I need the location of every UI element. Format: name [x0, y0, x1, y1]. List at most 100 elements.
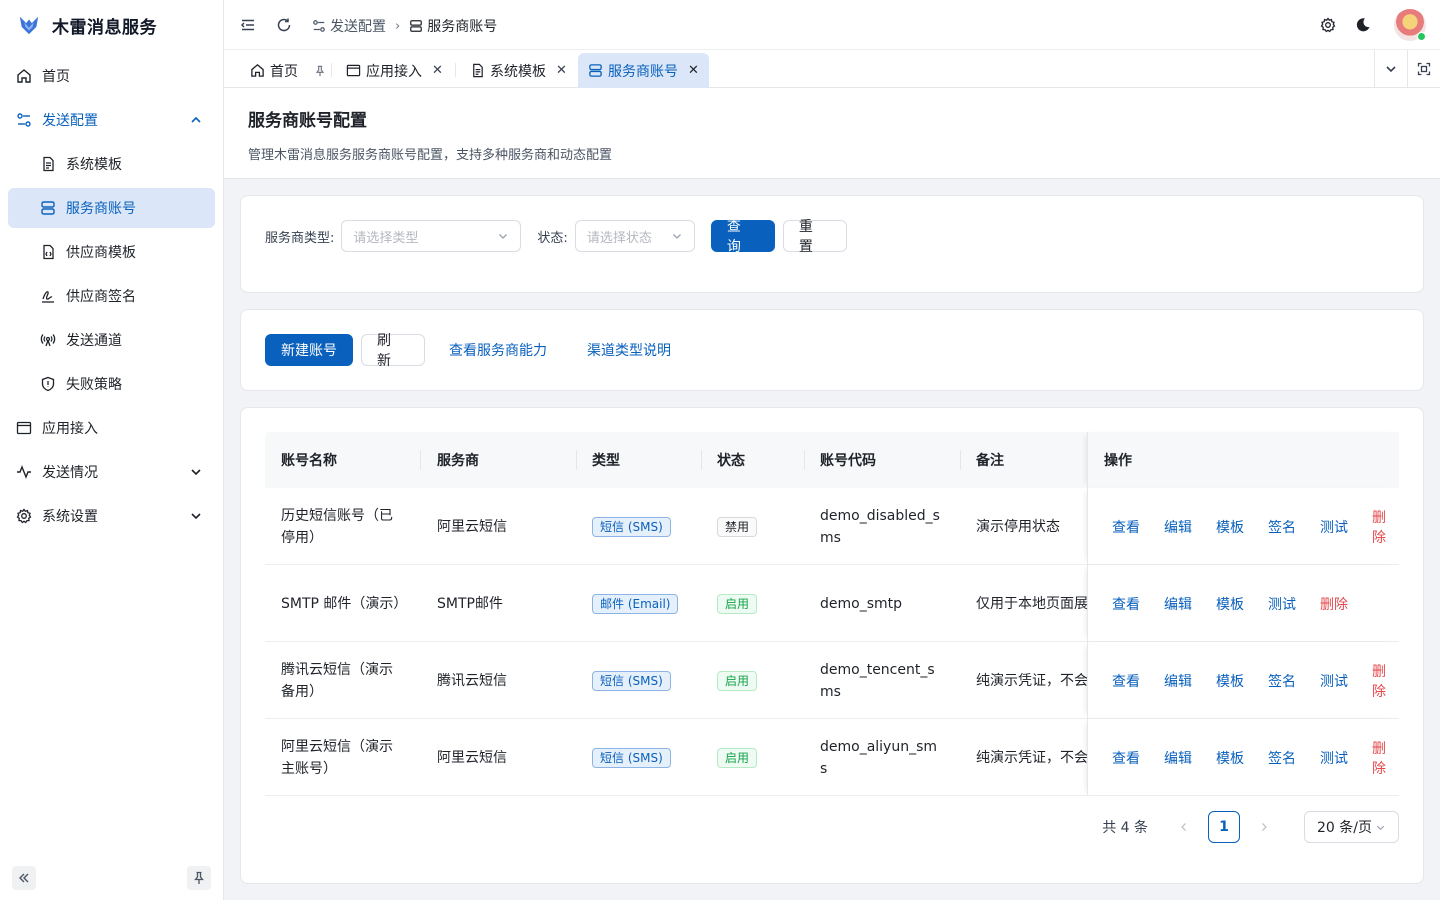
template-button[interactable]: 模板 [1216, 488, 1244, 565]
page-number-button[interactable]: 1 [1208, 811, 1240, 843]
template-button[interactable]: 模板 [1216, 719, 1244, 796]
edit-button[interactable]: 编辑 [1164, 719, 1192, 796]
sidebar-item-label: 失败策略 [66, 377, 122, 393]
close-icon[interactable]: ✕ [688, 63, 699, 78]
home-icon [16, 68, 32, 84]
sidebar-item-send-channel[interactable]: 发送通道 [8, 320, 215, 360]
sidebar-item-label: 系统模板 [66, 157, 122, 173]
signature-button[interactable]: 签名 [1268, 719, 1296, 796]
query-button[interactable]: 查询 [710, 219, 775, 255]
breadcrumb-item[interactable]: 发送配置 [330, 16, 386, 36]
status-tag: 启用 [717, 747, 758, 768]
sidebar-item-app-access[interactable]: 应用接入 [8, 408, 215, 448]
test-button[interactable]: 测试 [1320, 719, 1348, 796]
server-icon [589, 64, 602, 77]
sidebar-item-failure-policy[interactable]: 失败策略 [8, 364, 215, 404]
sidebar-item-label: 应用接入 [42, 421, 98, 437]
delete-button[interactable]: 删除 [1372, 642, 1399, 719]
tab-home[interactable]: 首页 [240, 53, 336, 88]
prev-page-button[interactable] [1168, 811, 1200, 843]
close-icon[interactable]: ✕ [556, 63, 567, 78]
edit-button[interactable]: 编辑 [1164, 565, 1192, 642]
online-status-dot [1417, 32, 1426, 41]
tab-divider [455, 63, 456, 77]
double-chevron-left-icon [19, 873, 29, 883]
test-button[interactable]: 测试 [1320, 642, 1348, 719]
tab-provider-account[interactable]: 服务商账号 ✕ [578, 53, 709, 88]
dark-mode-toggle[interactable] [1355, 17, 1371, 33]
template-button[interactable]: 模板 [1216, 642, 1244, 719]
brand[interactable]: 木雷消息服务 [0, 0, 223, 50]
filter-card: 服务商类型: 请选择类型 状态: 请选择状态 查询 重置 [240, 195, 1424, 293]
page-size-select[interactable]: 20 条/页 [1304, 811, 1399, 843]
type-cell: 短信 (SMS) [576, 642, 671, 719]
view-capability-link[interactable]: 查看服务商能力 [449, 340, 547, 360]
app-window-icon [16, 420, 32, 436]
account-name-cell: 阿里云短信（演示主账号） [281, 738, 393, 777]
pin-sidebar-button[interactable] [187, 866, 211, 890]
delete-button[interactable]: 删除 [1372, 488, 1399, 565]
sidebar-item-system-template[interactable]: 系统模板 [8, 144, 215, 184]
provider-cell: SMTP邮件 [437, 595, 503, 612]
tab-label: 系统模板 [490, 63, 546, 80]
config-icon [313, 20, 325, 32]
test-button[interactable]: 测试 [1268, 565, 1296, 642]
sidebar-item-supplier-template[interactable]: 供应商模板 [8, 232, 215, 272]
sidebar-item-label: 服务商账号 [66, 201, 136, 217]
config-icon [16, 112, 32, 128]
fullscreen-button[interactable] [1407, 50, 1440, 87]
tab-system-template[interactable]: 系统模板 ✕ [460, 53, 577, 88]
remark-cell: 演示停用状态 [976, 518, 1060, 535]
type-select[interactable]: 请选择类型 [341, 220, 522, 252]
user-avatar[interactable] [1394, 9, 1426, 41]
page-header: 服务商账号配置 管理木雷消息服务服务商账号配置，支持多种服务商和动态配置 [224, 88, 1440, 179]
sidebar-item-home[interactable]: 首页 [8, 56, 215, 96]
channel-type-help-link[interactable]: 渠道类型说明 [587, 340, 671, 360]
type-cell: 短信 (SMS) [576, 488, 671, 565]
menu-toggle-button[interactable] [240, 17, 256, 33]
next-page-button[interactable] [1248, 811, 1280, 843]
status-select[interactable]: 请选择状态 [574, 220, 695, 252]
edit-button[interactable]: 编辑 [1164, 488, 1192, 565]
template-button[interactable]: 模板 [1216, 565, 1244, 642]
account-code-cell: demo_aliyun_sms [820, 738, 938, 777]
collapse-sidebar-button[interactable] [12, 866, 36, 890]
activity-icon [16, 464, 32, 480]
sidebar-item-system-settings[interactable]: 系统设置 [8, 496, 215, 536]
chevron-down-icon [191, 469, 201, 476]
sidebar-item-provider-account[interactable]: 服务商账号 [8, 188, 215, 228]
status-tag: 启用 [717, 670, 758, 691]
view-button[interactable]: 查看 [1112, 488, 1140, 565]
sidebar-item-send-config[interactable]: 发送配置 [8, 100, 215, 140]
view-button[interactable]: 查看 [1112, 719, 1140, 796]
type-cell: 邮件 (Email) [576, 565, 679, 642]
breadcrumb-current: 服务商账号 [427, 19, 498, 35]
tab-app-access[interactable]: 应用接入 ✕ [336, 53, 453, 88]
delete-button[interactable]: 删除 [1372, 719, 1399, 796]
new-account-button[interactable]: 新建账号 [265, 334, 353, 366]
view-button[interactable]: 查看 [1112, 565, 1140, 642]
account-name-cell: 腾讯云短信（演示备用） [281, 661, 393, 700]
settings-button[interactable] [1320, 17, 1336, 33]
chevron-left-icon [1181, 823, 1186, 831]
signature-button[interactable]: 签名 [1268, 488, 1296, 565]
signature-button[interactable]: 签名 [1268, 642, 1296, 719]
actions-cell: 查看 编辑 模板 签名 测试 删除 [1087, 719, 1399, 795]
test-button[interactable]: 测试 [1320, 488, 1348, 565]
refresh-button[interactable]: 刷新 [361, 333, 425, 369]
status-tag: 禁用 [717, 516, 758, 537]
tab-dropdown-button[interactable] [1374, 50, 1407, 87]
sidebar-item-send-status[interactable]: 发送情况 [8, 452, 215, 492]
edit-button[interactable]: 编辑 [1164, 642, 1192, 719]
pin-icon[interactable] [314, 65, 326, 77]
view-button[interactable]: 查看 [1112, 642, 1140, 719]
actions-column-header-cell: 操作 [1087, 432, 1399, 488]
delete-button[interactable]: 删除 [1320, 565, 1348, 642]
sidebar-item-supplier-signature[interactable]: 供应商签名 [8, 276, 215, 316]
app-name: 木雷消息服务 [52, 17, 157, 38]
reset-button[interactable]: 重置 [782, 219, 847, 255]
refresh-page-button[interactable] [276, 17, 292, 33]
column-header: 备注 [976, 453, 1004, 469]
close-icon[interactable]: ✕ [432, 63, 443, 78]
status-filter-label: 状态: [537, 230, 568, 246]
